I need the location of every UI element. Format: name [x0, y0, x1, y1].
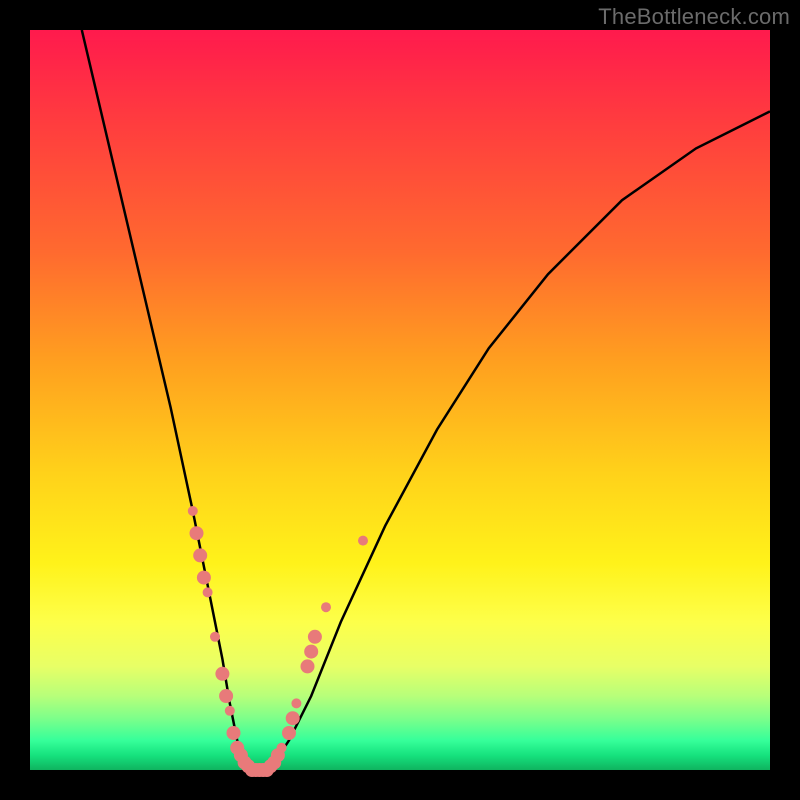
plot-area [30, 30, 770, 770]
scatter-dot [215, 667, 229, 681]
scatter-dot [225, 706, 235, 716]
scatter-dot [304, 645, 318, 659]
scatter-dot [193, 548, 207, 562]
scatter-dots [188, 506, 368, 777]
scatter-dot [308, 630, 322, 644]
scatter-dot [301, 659, 315, 673]
scatter-dot [321, 602, 331, 612]
scatter-dot [210, 632, 220, 642]
scatter-dot [197, 571, 211, 585]
chart-frame: TheBottleneck.com [0, 0, 800, 800]
scatter-dot [358, 536, 368, 546]
scatter-dot [291, 698, 301, 708]
scatter-dot [277, 743, 287, 753]
curve-svg [30, 30, 770, 770]
watermark-text: TheBottleneck.com [598, 4, 790, 30]
scatter-dot [219, 689, 233, 703]
scatter-dot [282, 726, 296, 740]
bottleneck-curve [82, 30, 770, 770]
scatter-dot [203, 587, 213, 597]
scatter-dot [227, 726, 241, 740]
scatter-dot [188, 506, 198, 516]
scatter-dot [190, 526, 204, 540]
scatter-dot [286, 711, 300, 725]
